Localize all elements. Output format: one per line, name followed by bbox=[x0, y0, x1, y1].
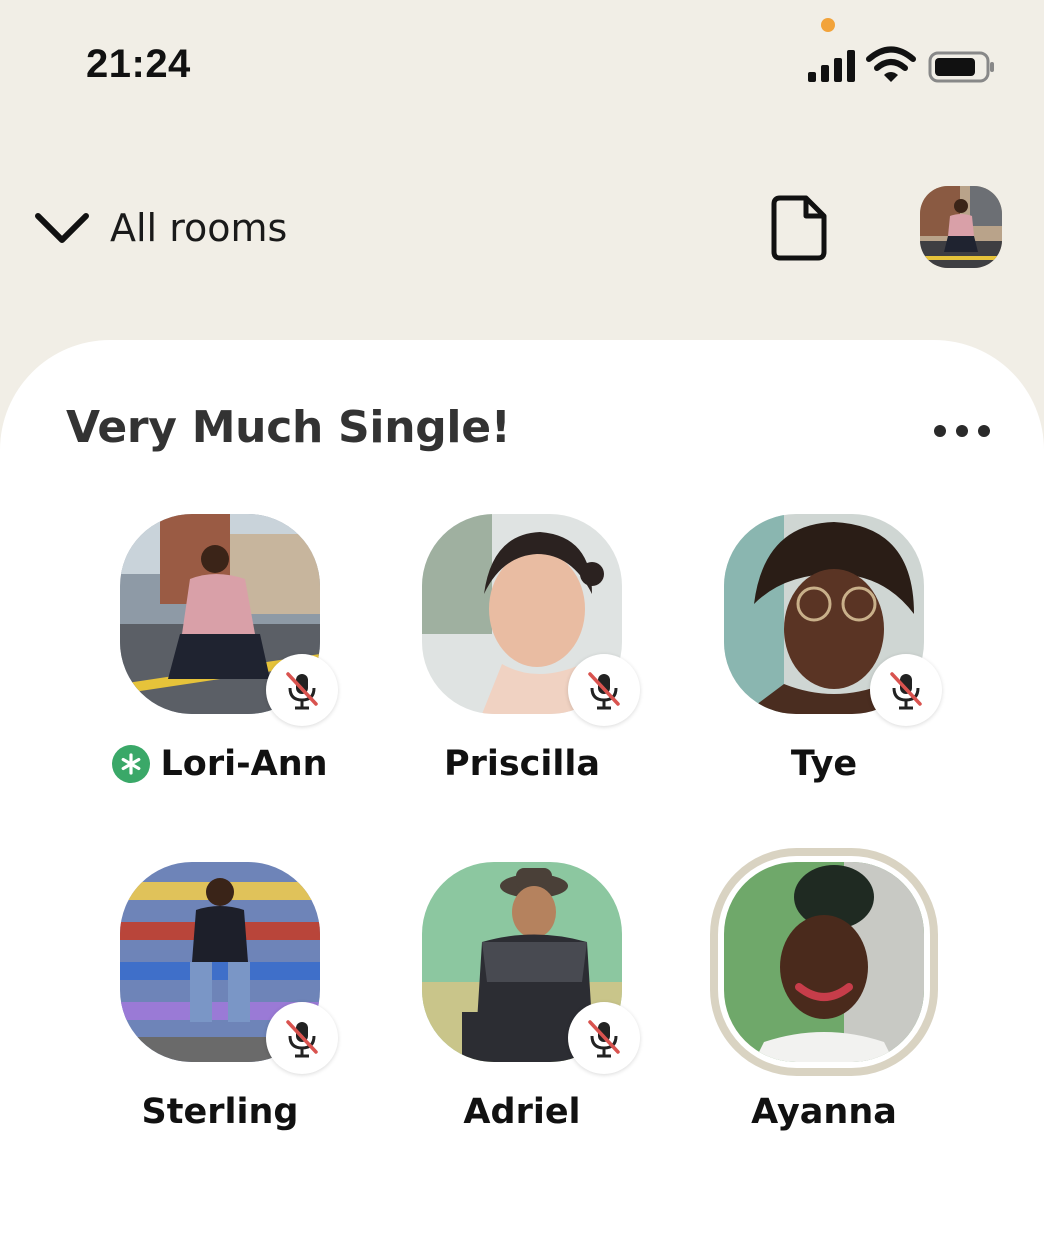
chevron-down-icon bbox=[35, 213, 89, 243]
profile-avatar[interactable] bbox=[920, 186, 1002, 268]
muted-mic-icon bbox=[266, 654, 338, 726]
speaker-name: Adriel bbox=[463, 1092, 581, 1132]
speaker-name: Priscilla bbox=[443, 744, 601, 784]
camera-indicator-dot bbox=[821, 18, 835, 32]
speaker-name: Ayanna bbox=[751, 1092, 897, 1132]
status-time: 21:24 bbox=[86, 42, 191, 86]
all-rooms-toggle[interactable]: All rooms bbox=[34, 200, 287, 256]
speaker-name: Tye bbox=[790, 744, 858, 784]
ellipsis-icon[interactable] bbox=[934, 420, 994, 442]
speaker-name-row: Lori-Ann bbox=[70, 744, 370, 784]
cellular-signal-icon bbox=[808, 50, 855, 82]
wifi-icon bbox=[866, 46, 916, 82]
muted-mic-icon bbox=[870, 654, 942, 726]
all-rooms-label: All rooms bbox=[110, 206, 288, 250]
room-card[interactable]: Very Much Single! Lori-Ann Priscilla Tye… bbox=[0, 340, 1044, 1240]
room-title: Very Much Single! bbox=[66, 402, 511, 453]
speaker-name: Lori-Ann bbox=[160, 744, 328, 784]
battery-icon bbox=[928, 51, 994, 83]
document-icon[interactable] bbox=[770, 194, 830, 262]
speaker-name: Sterling bbox=[141, 1092, 299, 1132]
muted-mic-icon bbox=[568, 1002, 640, 1074]
muted-mic-icon bbox=[266, 1002, 338, 1074]
avatar bbox=[724, 862, 924, 1062]
muted-mic-icon bbox=[568, 654, 640, 726]
moderator-badge-icon bbox=[112, 745, 151, 783]
